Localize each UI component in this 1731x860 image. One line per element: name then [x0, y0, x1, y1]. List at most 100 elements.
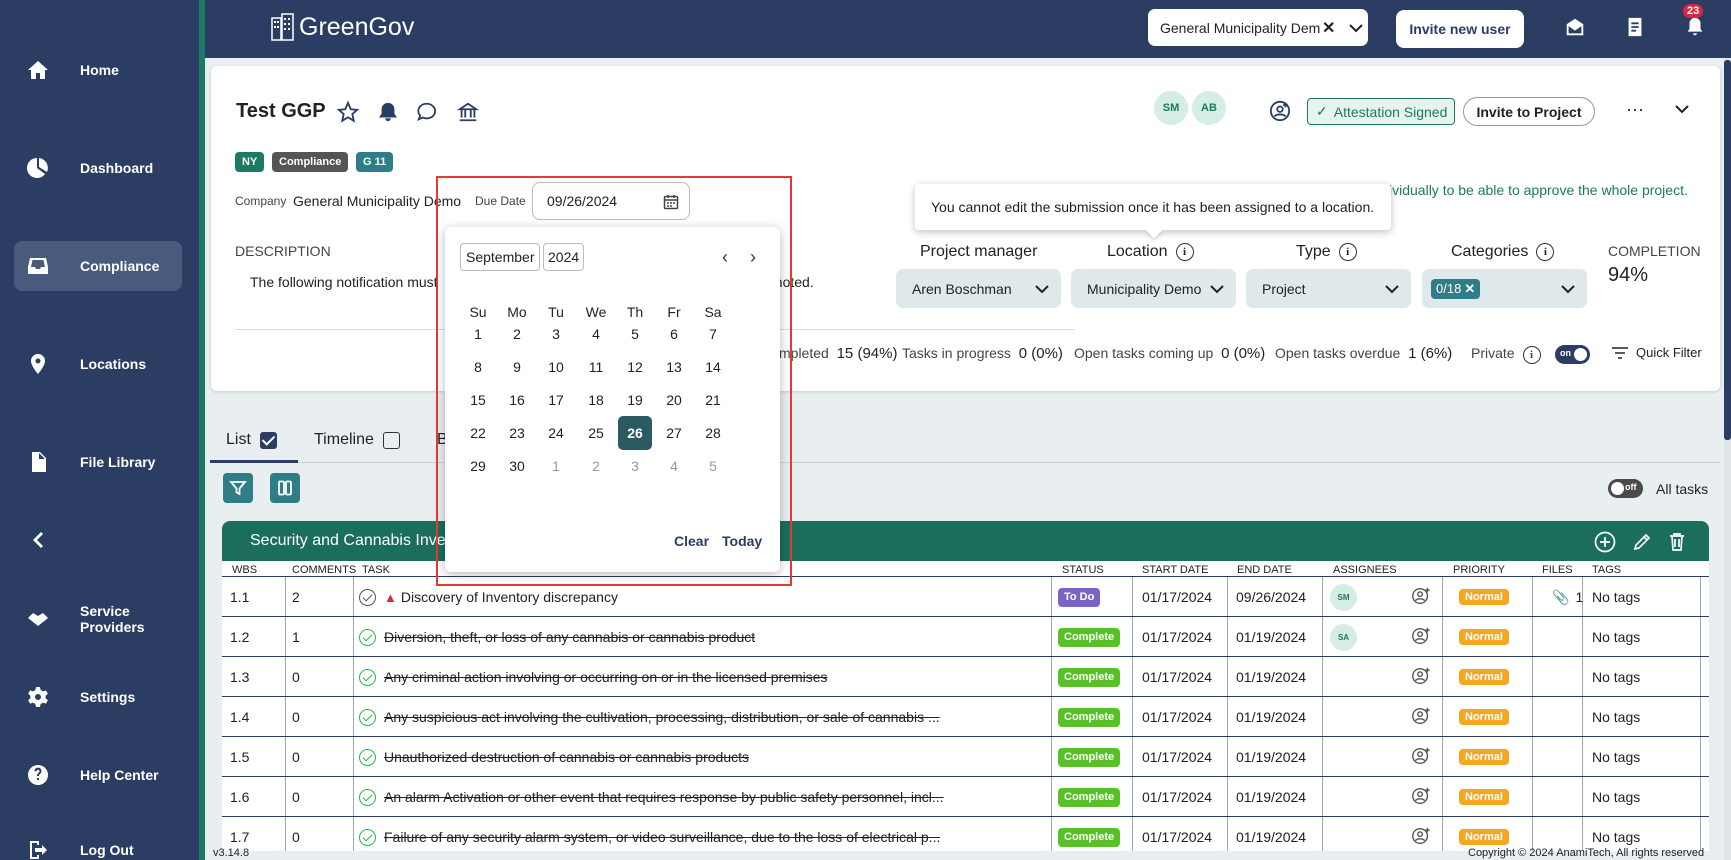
column-header[interactable]: TASK: [362, 564, 390, 576]
bell-icon[interactable]: [377, 101, 399, 123]
calendar-day[interactable]: 11: [579, 350, 613, 384]
column-header[interactable]: TAGS: [1592, 564, 1621, 576]
priority-badge[interactable]: Normal: [1459, 669, 1509, 685]
calendar-day[interactable]: 13: [657, 350, 691, 384]
bell-icon[interactable]: [1684, 16, 1708, 40]
table-row[interactable]: 1.4 0 Any suspicious act involving the cul…: [222, 697, 1709, 737]
priority-badge[interactable]: Normal: [1459, 749, 1509, 765]
add-assignee-icon[interactable]: [1410, 665, 1432, 690]
sidebar-item-settings[interactable]: Settings: [14, 672, 182, 722]
table-row[interactable]: 1.2 1 Diversion, theft, or loss of any can…: [222, 617, 1709, 657]
document-icon[interactable]: [1624, 16, 1648, 40]
comments-cell[interactable]: 0: [292, 669, 300, 685]
brand-logo[interactable]: GreenGov: [269, 12, 414, 42]
status-badge[interactable]: Complete: [1058, 827, 1121, 847]
tab-timeline[interactable]: Timeline: [314, 431, 400, 449]
tags-cell[interactable]: No tags: [1592, 709, 1640, 725]
comments-cell[interactable]: 2: [292, 589, 300, 605]
calendar-day[interactable]: 30: [500, 449, 534, 483]
invite-to-project-button[interactable]: Invite to Project: [1463, 97, 1595, 126]
calendar-day[interactable]: 8: [461, 350, 495, 384]
today-button[interactable]: Today: [722, 533, 762, 549]
info-icon[interactable]: i: [1522, 346, 1541, 364]
edit-icon[interactable]: [1631, 531, 1653, 553]
tags-cell[interactable]: No tags: [1592, 629, 1640, 645]
start-date-cell[interactable]: 01/17/2024: [1142, 789, 1212, 805]
column-header[interactable]: ASSIGNEES: [1333, 564, 1397, 576]
start-date-cell[interactable]: 01/17/2024: [1142, 749, 1212, 765]
checkbox-checked[interactable]: [259, 431, 277, 449]
collapse-chevron-icon[interactable]: [1674, 102, 1690, 118]
status-badge[interactable]: To Do: [1058, 587, 1101, 607]
calendar-day[interactable]: 23: [500, 416, 534, 450]
calendar-day[interactable]: 22: [461, 416, 495, 450]
column-header[interactable]: PRIORITY: [1453, 564, 1505, 576]
next-month-icon[interactable]: ›: [743, 247, 763, 267]
comments-cell[interactable]: 0: [292, 749, 300, 765]
calendar-day[interactable]: 3: [539, 317, 573, 351]
invite-new-user-button[interactable]: Invite new user: [1396, 10, 1524, 48]
task-name[interactable]: Unauthorized destruction of cannabis or …: [384, 749, 749, 765]
comments-cell[interactable]: 1: [292, 629, 300, 645]
end-date-cell[interactable]: 01/19/2024: [1236, 829, 1306, 845]
categories-select[interactable]: 0/18 ✕: [1422, 269, 1587, 308]
private-toggle[interactable]: on: [1555, 345, 1590, 364]
complete-check-icon[interactable]: [359, 788, 376, 806]
columns-button[interactable]: [270, 473, 300, 503]
comments-cell[interactable]: 0: [292, 709, 300, 725]
type-select[interactable]: Project: [1246, 269, 1411, 308]
end-date-cell[interactable]: 01/19/2024: [1236, 709, 1306, 725]
more-options-icon[interactable]: ⋯: [1626, 100, 1644, 121]
sidebar-item-dashboard[interactable]: Dashboard: [14, 143, 182, 193]
column-header[interactable]: STATUS: [1062, 564, 1104, 576]
complete-check-icon[interactable]: [359, 708, 376, 726]
chat-bubble-icon[interactable]: [416, 101, 438, 123]
end-date-cell[interactable]: 01/19/2024: [1236, 789, 1306, 805]
tags-cell[interactable]: No tags: [1592, 669, 1640, 685]
quick-filter-button[interactable]: Quick Filter: [1611, 345, 1702, 360]
calendar-day[interactable]: 19: [618, 383, 652, 417]
end-date-cell[interactable]: 01/19/2024: [1236, 749, 1306, 765]
end-date-cell[interactable]: 01/19/2024: [1236, 629, 1306, 645]
sidebar-collapse-button[interactable]: [14, 515, 182, 565]
sidebar-item-help-center[interactable]: Help Center: [14, 750, 182, 800]
municipality-select[interactable]: General Municipality Demo ✕: [1148, 9, 1368, 46]
comments-cell[interactable]: 0: [292, 789, 300, 805]
calendar-day[interactable]: 5: [618, 317, 652, 351]
task-name[interactable]: Any criminal action involving or occurri…: [384, 669, 828, 685]
tags-cell[interactable]: No tags: [1592, 829, 1640, 845]
status-badge[interactable]: Complete: [1058, 707, 1121, 727]
clear-icon[interactable]: ✕: [1322, 18, 1335, 38]
chevron-down-icon[interactable]: [1349, 20, 1364, 36]
mail-icon[interactable]: [1564, 16, 1588, 40]
info-icon[interactable]: i: [1175, 243, 1194, 261]
start-date-cell[interactable]: 01/17/2024: [1142, 589, 1212, 605]
info-icon[interactable]: i: [1536, 243, 1555, 261]
location-select[interactable]: Municipality Demo: [1071, 269, 1236, 308]
assignee-avatar[interactable]: SA: [1330, 623, 1357, 651]
add-assignee-icon[interactable]: [1410, 585, 1432, 610]
add-user-icon[interactable]: [1269, 100, 1291, 122]
add-circle-icon[interactable]: [1594, 531, 1616, 553]
tab-list[interactable]: List: [226, 431, 277, 449]
add-assignee-icon[interactable]: [1410, 705, 1432, 730]
column-header[interactable]: COMMENTS: [292, 564, 356, 576]
tags-cell[interactable]: No tags: [1592, 749, 1640, 765]
priority-badge[interactable]: Normal: [1459, 789, 1509, 805]
categories-chip[interactable]: 0/18 ✕: [1431, 278, 1481, 299]
calendar-day[interactable]: 4: [579, 317, 613, 351]
add-assignee-icon[interactable]: [1410, 825, 1432, 850]
start-date-cell[interactable]: 01/17/2024: [1142, 709, 1212, 725]
calendar-day[interactable]: 15: [461, 383, 495, 417]
table-row[interactable]: 1.3 0 Any criminal action involving or occ…: [222, 657, 1709, 697]
column-header[interactable]: END DATE: [1237, 564, 1292, 576]
year-select[interactable]: 2024: [543, 243, 585, 271]
calendar-day[interactable]: 1: [461, 317, 495, 351]
calendar-day[interactable]: 27: [657, 416, 691, 450]
complete-check-icon[interactable]: [359, 628, 376, 646]
table-row[interactable]: 1.6 0 An alarm Activation or other event t…: [222, 777, 1709, 817]
sidebar-item-service-providers[interactable]: Service Providers: [14, 594, 182, 644]
status-badge[interactable]: Complete: [1058, 627, 1121, 647]
sidebar-item-file-library[interactable]: File Library: [14, 437, 182, 487]
end-date-cell[interactable]: 01/19/2024: [1236, 669, 1306, 685]
